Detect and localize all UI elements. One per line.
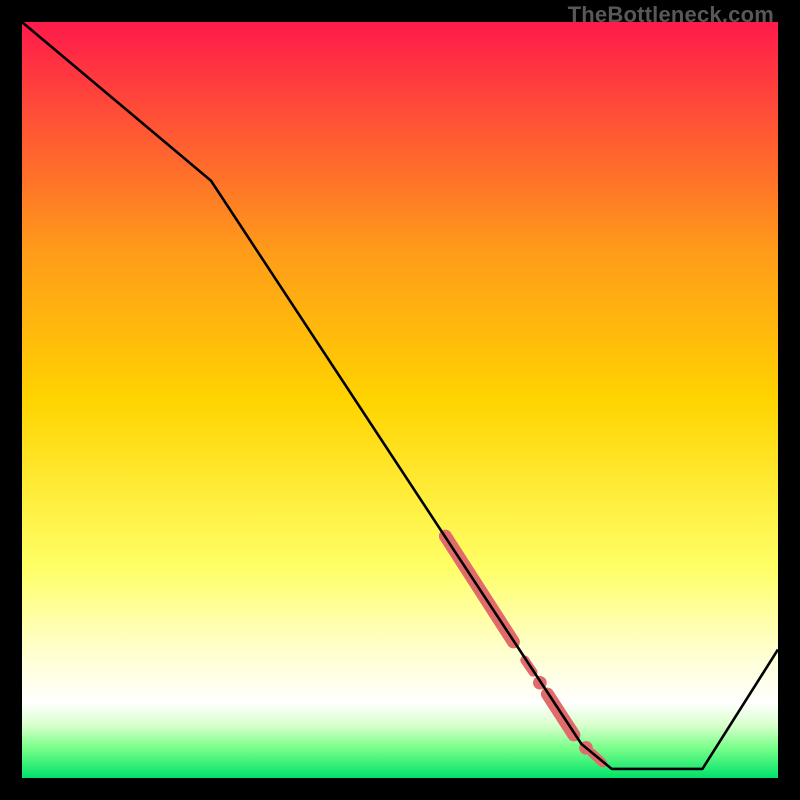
gradient-background bbox=[22, 22, 778, 778]
frame: TheBottleneck.com bbox=[0, 0, 800, 800]
watermark-text: TheBottleneck.com bbox=[568, 2, 774, 28]
bottleneck-chart bbox=[22, 22, 778, 778]
chart-area bbox=[22, 22, 778, 778]
